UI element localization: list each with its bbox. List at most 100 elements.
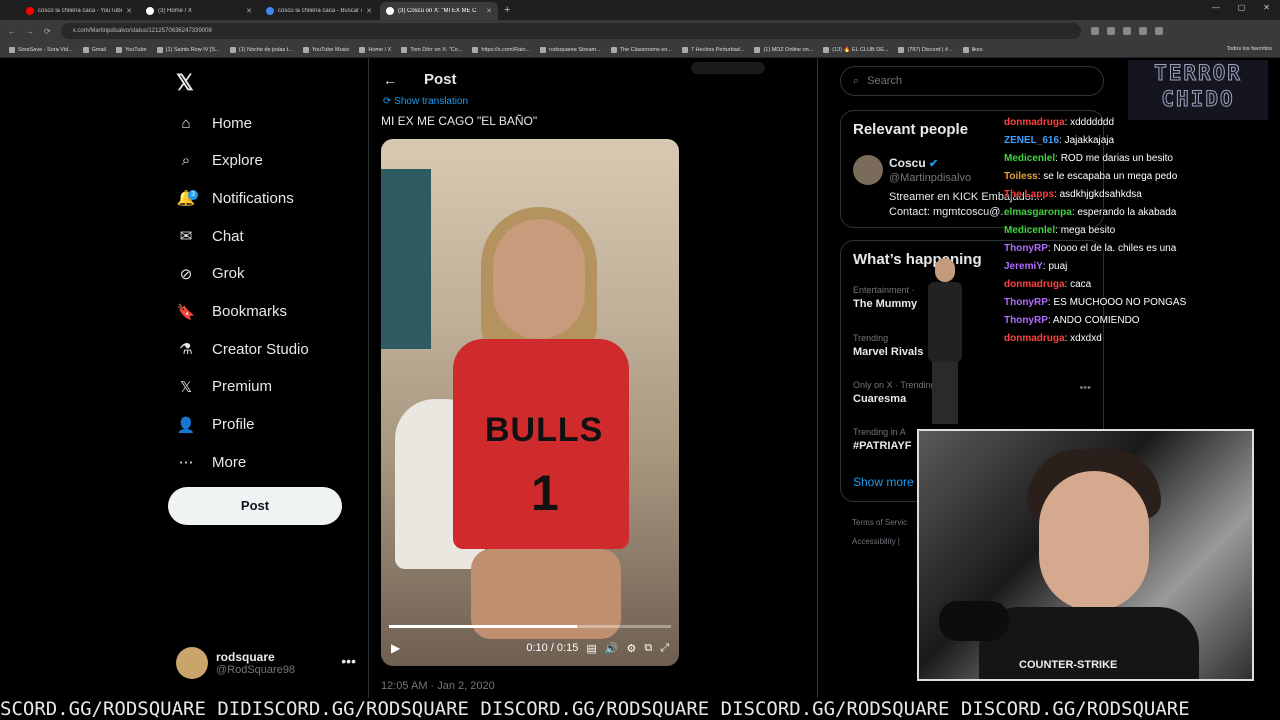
- tab-favicon-icon: [386, 7, 394, 15]
- bookmark-item[interactable]: YouTube: [113, 46, 150, 53]
- video-player[interactable]: BULLS 1 ▶ 0:10 / 0:15 ▤ 🔊 ⚙ ⧉ ⤢: [381, 139, 679, 666]
- bookmark-item[interactable]: Home / X: [356, 46, 394, 53]
- trend-item[interactable]: Trending Marvel Rivals: [853, 333, 923, 358]
- chat-text: asdkhjgkdsahkdsa: [1059, 189, 1142, 200]
- extension-icon[interactable]: [1138, 27, 1147, 35]
- search-placeholder: Search: [867, 75, 903, 87]
- close-icon[interactable]: ✕: [486, 7, 492, 15]
- browser-tab[interactable]: coscu la chilena caca - Buscar c ✕: [260, 2, 378, 20]
- bookmark-item[interactable]: (1) MDZ Online on...: [751, 46, 816, 53]
- verified-badge-icon: ✔: [929, 158, 939, 170]
- browser-tab[interactable]: (3) Home / X ✕: [140, 2, 258, 20]
- bookmark-item[interactable]: YouTube Music: [300, 46, 353, 53]
- nav-item-creator-studio[interactable]: ⚗ Creator Studio: [176, 334, 308, 364]
- new-tab-button[interactable]: +: [504, 2, 510, 20]
- bookmark-favicon-icon: [9, 46, 15, 53]
- settings-gear-icon[interactable]: ⚙: [626, 642, 636, 655]
- back-nav-icon[interactable]: ←: [8, 27, 16, 36]
- back-arrow-icon[interactable]: ←: [383, 72, 397, 88]
- footer-link[interactable]: Terms of Servic: [852, 518, 907, 527]
- minimize-icon[interactable]: —: [1212, 3, 1220, 12]
- chat-text: xddddddd: [1070, 117, 1115, 128]
- close-icon[interactable]: ✕: [366, 7, 372, 15]
- chat-message: Toiless: se le escapaba un mega pedo: [1004, 171, 1178, 182]
- browser-tab[interactable]: cosco la chilena caca - YouTube ✕: [20, 2, 138, 20]
- video-progress-bar[interactable]: [389, 625, 671, 628]
- bookmark-item[interactable]: https://x.com/Rain...: [469, 46, 533, 53]
- more-dots-icon[interactable]: •••: [341, 653, 356, 669]
- close-icon[interactable]: ✕: [126, 7, 132, 15]
- chat-text: Nooo el de la. chiles es una: [1053, 243, 1177, 254]
- bookmark-item[interactable]: Gmail: [80, 46, 109, 53]
- chat-username: ThonyRP: [1004, 243, 1048, 254]
- video-frame-towel: [381, 169, 431, 349]
- close-window-icon[interactable]: ✕: [1263, 3, 1270, 12]
- bookmark-favicon-icon: [681, 46, 688, 53]
- account-name: rodsquare: [216, 650, 275, 664]
- left-sidebar: 𝕏 ⌂ Home ⌕ Explore 🔔 3 Notifications ✉ Chat ⊘…: [0, 58, 368, 698]
- bookmark-item[interactable]: The Classrooms en...: [608, 46, 675, 53]
- bookmark-item[interactable]: likes: [960, 46, 986, 53]
- bookmark-favicon-icon: [82, 46, 89, 53]
- bookmark-item[interactable]: (1) Noche de jodas t...: [227, 46, 296, 53]
- extension-icon[interactable]: [1122, 27, 1131, 35]
- relevant-user-name[interactable]: Coscu ✔: [889, 156, 938, 170]
- bookmark-item[interactable]: 7 Hechos Perturbad...: [679, 46, 748, 53]
- show-translation-label: Show translation: [394, 96, 469, 107]
- trend-item[interactable]: Trending in A #PATRIAYF: [853, 427, 911, 452]
- pip-icon[interactable]: ⧉: [644, 642, 652, 655]
- account-switcher[interactable]: rodsquare @RodSquare98 •••: [176, 647, 356, 679]
- toast-placeholder: [691, 62, 765, 74]
- nav-item-bookmarks[interactable]: 🔖 Bookmarks: [176, 297, 287, 327]
- search-input[interactable]: ⌕ Search: [840, 66, 1104, 96]
- url-field[interactable]: x.com/Martinpdisalvo/status/121257063624…: [60, 23, 1081, 39]
- nav-item-more[interactable]: ⋯ More: [176, 447, 247, 477]
- browser-tab[interactable]: (3) Coscu on X: "MI EX ME C ✕: [380, 2, 498, 20]
- bookmark-favicon-icon: [962, 46, 969, 53]
- bookmarks-bar: SoraSave - Sora Vid... Gmail YouTube (1) Sa…: [0, 42, 1280, 58]
- bookmark-item[interactable]: Tom Dörr on X: "Co...: [398, 46, 465, 53]
- nav-item-premium[interactable]: 𝕏 Premium: [176, 372, 272, 402]
- nav-item-grok[interactable]: ⊘ Grok: [176, 259, 245, 289]
- footer-link[interactable]: Accessibility |: [852, 537, 900, 546]
- bookmark-favicon-icon: [302, 46, 309, 53]
- all-bookmarks-button[interactable]: Todos los favoritos: [1226, 46, 1272, 52]
- bookmark-item[interactable]: (1) Saints Row IV [S...: [154, 46, 223, 53]
- stream-chat: donmadruga: xddddddd ZENEL_616: Jajakkaja…: [1004, 114, 1264, 348]
- volume-icon[interactable]: 🔊: [605, 642, 619, 655]
- forward-nav-icon[interactable]: →: [26, 27, 34, 36]
- maximize-icon[interactable]: ▢: [1238, 3, 1246, 12]
- chat-message: donmadruga: caca: [1004, 279, 1092, 290]
- jersey-number: 1: [531, 465, 559, 521]
- reload-icon[interactable]: ⟳: [44, 27, 51, 36]
- bookmark-item[interactable]: rodsquaree Stream...: [537, 46, 604, 53]
- nav-item-home[interactable]: ⌂ Home: [176, 108, 252, 138]
- bookmark-item[interactable]: (787) Discord | #...: [895, 46, 955, 53]
- nav-item-chat[interactable]: ✉ Chat: [176, 221, 244, 251]
- play-icon[interactable]: ▶: [391, 641, 400, 655]
- show-more-link[interactable]: Show more: [853, 475, 914, 489]
- extension-icon[interactable]: [1090, 27, 1099, 35]
- post-button[interactable]: Post: [168, 487, 342, 525]
- extension-icon[interactable]: [1154, 27, 1163, 35]
- show-translation-link[interactable]: ⟳ Show translation: [383, 96, 468, 107]
- x-logo-icon[interactable]: 𝕏: [176, 70, 194, 96]
- webcam-feed: COUNTER-STRIKE: [917, 429, 1254, 681]
- video-frame-face: [493, 219, 585, 339]
- nav-item-notifications[interactable]: 🔔 3 Notifications: [176, 183, 294, 213]
- bookmark-item[interactable]: SoraSave - Sora Vid...: [6, 46, 76, 53]
- trend-item[interactable]: Entertainment · The Mummy: [853, 285, 917, 310]
- close-icon[interactable]: ✕: [246, 7, 252, 15]
- extension-icon[interactable]: [1106, 27, 1115, 35]
- bookmark-label: (1) MDZ Online on...: [763, 46, 814, 53]
- nav-item-explore[interactable]: ⌕ Explore: [176, 146, 263, 176]
- nav-item-profile[interactable]: 👤 Profile: [176, 410, 255, 440]
- bookmark-label: likes: [971, 46, 983, 53]
- trend-more-icon[interactable]: •••: [1079, 382, 1091, 394]
- fullscreen-icon[interactable]: ⤢: [660, 642, 669, 655]
- bookmark-item[interactable]: (13) 🔥 EL CLUB DE...: [820, 46, 891, 53]
- bookmark-label: https://x.com/Rain...: [481, 46, 530, 53]
- bookmark-label: SoraSave - Sora Vid...: [18, 46, 73, 53]
- captions-icon[interactable]: ▤: [586, 642, 596, 655]
- avatar[interactable]: [853, 155, 883, 185]
